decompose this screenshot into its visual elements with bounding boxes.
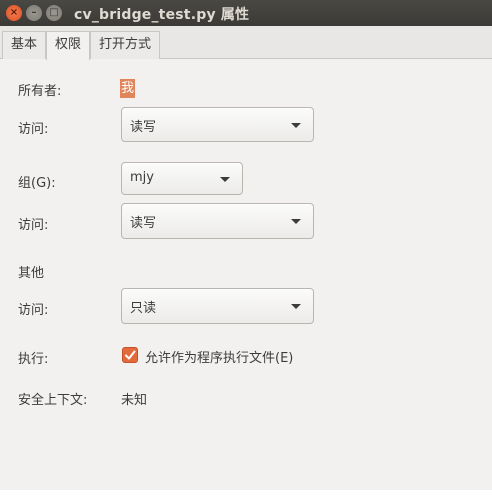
owner-label: 所有者: — [18, 84, 62, 99]
window-title: cv_bridge_test.py 属性 — [74, 7, 250, 23]
others-access-value: 只读 — [130, 301, 157, 316]
group-access-label: 访问: — [18, 218, 49, 233]
others-label: 其他 — [18, 266, 45, 281]
owner-access-value: 读写 — [130, 120, 157, 135]
group-label: 组(G): — [18, 176, 56, 191]
close-window-button[interactable]: × — [6, 5, 22, 21]
tab-bar: 基本 权限 打开方式 — [0, 26, 492, 60]
dropdown-arrow-icon — [291, 304, 301, 309]
tab-permissions[interactable]: 权限 — [46, 31, 91, 60]
group-dropdown[interactable]: mjy — [121, 162, 243, 195]
owner-value: 我 — [120, 79, 135, 98]
others-access-label: 访问: — [18, 303, 49, 318]
security-context-label: 安全上下文: — [18, 393, 88, 408]
dropdown-arrow-icon — [220, 177, 230, 182]
maximize-window-button[interactable]: □ — [46, 5, 62, 21]
others-access-dropdown[interactable]: 只读 — [121, 288, 314, 324]
owner-access-label: 访问: — [18, 122, 49, 137]
group-access-value: 读写 — [130, 216, 157, 231]
group-access-dropdown[interactable]: 读写 — [121, 203, 314, 239]
tab-basic[interactable]: 基本 — [2, 31, 47, 59]
execute-checkbox-label[interactable]: 允许作为程序执行文件(E) — [145, 347, 293, 366]
checkmark-icon — [125, 350, 136, 360]
security-context-value: 未知 — [121, 393, 148, 408]
owner-access-dropdown[interactable]: 读写 — [121, 107, 314, 142]
properties-window: × – □ cv_bridge_test.py 属性 基本 权限 打开方式 所有… — [0, 0, 492, 490]
tab-open-with[interactable]: 打开方式 — [90, 31, 161, 59]
title-bar: × – □ cv_bridge_test.py 属性 — [0, 0, 492, 26]
dropdown-arrow-icon — [291, 219, 301, 224]
minimize-window-button[interactable]: – — [26, 5, 42, 21]
dropdown-arrow-icon — [291, 123, 301, 128]
execute-checkbox[interactable] — [122, 347, 138, 363]
execute-label: 执行: — [18, 352, 49, 367]
group-value: mjy — [130, 170, 154, 185]
